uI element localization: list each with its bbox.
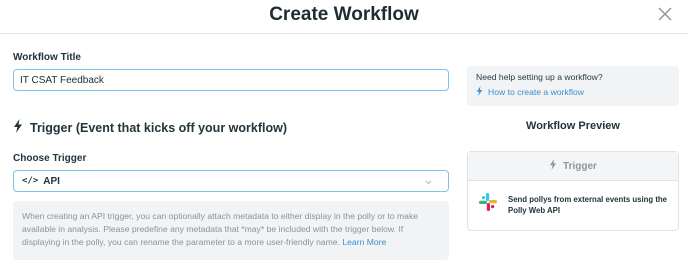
modal-header: Create Workflow — [0, 0, 688, 34]
bolt-icon — [476, 86, 483, 98]
help-box: Need help setting up a workflow? How to … — [467, 66, 679, 106]
workflow-title-input[interactable] — [13, 69, 449, 91]
modal-title: Create Workflow — [269, 4, 419, 25]
preview-card-description: Send pollys from external events using t… — [508, 194, 668, 215]
chevron-down-icon — [425, 172, 432, 190]
trigger-heading-text: Trigger (Event that kicks off your workf… — [30, 121, 287, 135]
bolt-icon — [549, 157, 557, 175]
code-icon: </> — [22, 176, 39, 186]
slack-logo-icon — [478, 192, 498, 217]
workflow-title-label: Workflow Title — [13, 52, 81, 63]
workflow-preview-card: Trigger Send pollys from external events… — [467, 151, 679, 231]
trigger-heading: Trigger (Event that kicks off your workf… — [13, 118, 287, 138]
how-to-create-workflow-link[interactable]: How to create a workflow — [476, 86, 670, 98]
trigger-select[interactable]: </> API — [13, 170, 449, 192]
help-question: Need help setting up a workflow? — [476, 72, 603, 82]
preview-card-body: Send pollys from external events using t… — [468, 181, 678, 228]
preview-card-header: Trigger — [468, 152, 678, 181]
trigger-select-value: API — [43, 175, 60, 187]
choose-trigger-label: Choose Trigger — [13, 153, 87, 164]
preview-card-header-text: Trigger — [563, 160, 597, 172]
close-icon[interactable] — [656, 5, 674, 23]
how-to-link-text: How to create a workflow — [488, 87, 584, 97]
api-trigger-info: When creating an API trigger, you can op… — [13, 201, 449, 260]
learn-more-link[interactable]: Learn More — [342, 237, 386, 247]
bolt-icon — [13, 118, 23, 138]
workflow-preview-title: Workflow Preview — [526, 120, 620, 132]
